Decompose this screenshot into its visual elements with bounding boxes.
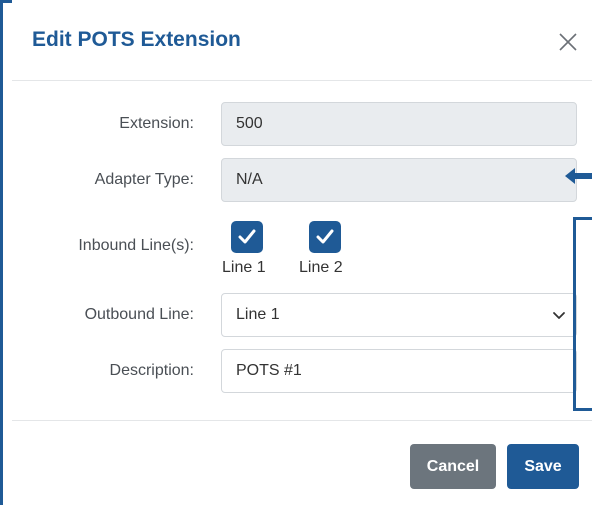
dialog-header: Edit POTS Extension (12, 0, 592, 81)
line-1-label: Line 1 (222, 259, 266, 276)
line-2-checkbox[interactable] (309, 221, 341, 253)
chevron-down-icon (553, 312, 565, 319)
cancel-button[interactable]: Cancel (410, 444, 496, 489)
checkmark-icon (238, 229, 256, 244)
outbound-line-value: Line 1 (236, 306, 280, 323)
extension-field: 500 (221, 102, 577, 146)
dialog-title: Edit POTS Extension (32, 28, 241, 51)
outbound-line-label: Outbound Line: (84, 306, 194, 323)
description-input[interactable]: POTS #1 (221, 349, 577, 393)
adapter-type-field: N/A (221, 158, 577, 202)
outbound-line-select[interactable]: Line 1 (221, 293, 577, 337)
inbound-lines-label: Inbound Line(s): (78, 237, 194, 254)
adapter-type-label: Adapter Type: (94, 171, 194, 188)
edit-pots-extension-dialog: Edit POTS Extension Extension: 500 Adapt… (12, 0, 592, 505)
footer-divider (12, 420, 592, 421)
line-2-label: Line 2 (299, 259, 343, 276)
annotation-callout-box (573, 217, 592, 411)
description-label: Description: (109, 362, 194, 379)
line-1-checkbox[interactable] (231, 221, 263, 253)
close-icon[interactable] (557, 31, 579, 53)
checkmark-icon (316, 229, 334, 244)
save-button[interactable]: Save (507, 444, 579, 489)
window-frame-left (0, 0, 3, 505)
extension-label: Extension: (119, 115, 194, 132)
annotation-arrow-icon (565, 166, 592, 186)
